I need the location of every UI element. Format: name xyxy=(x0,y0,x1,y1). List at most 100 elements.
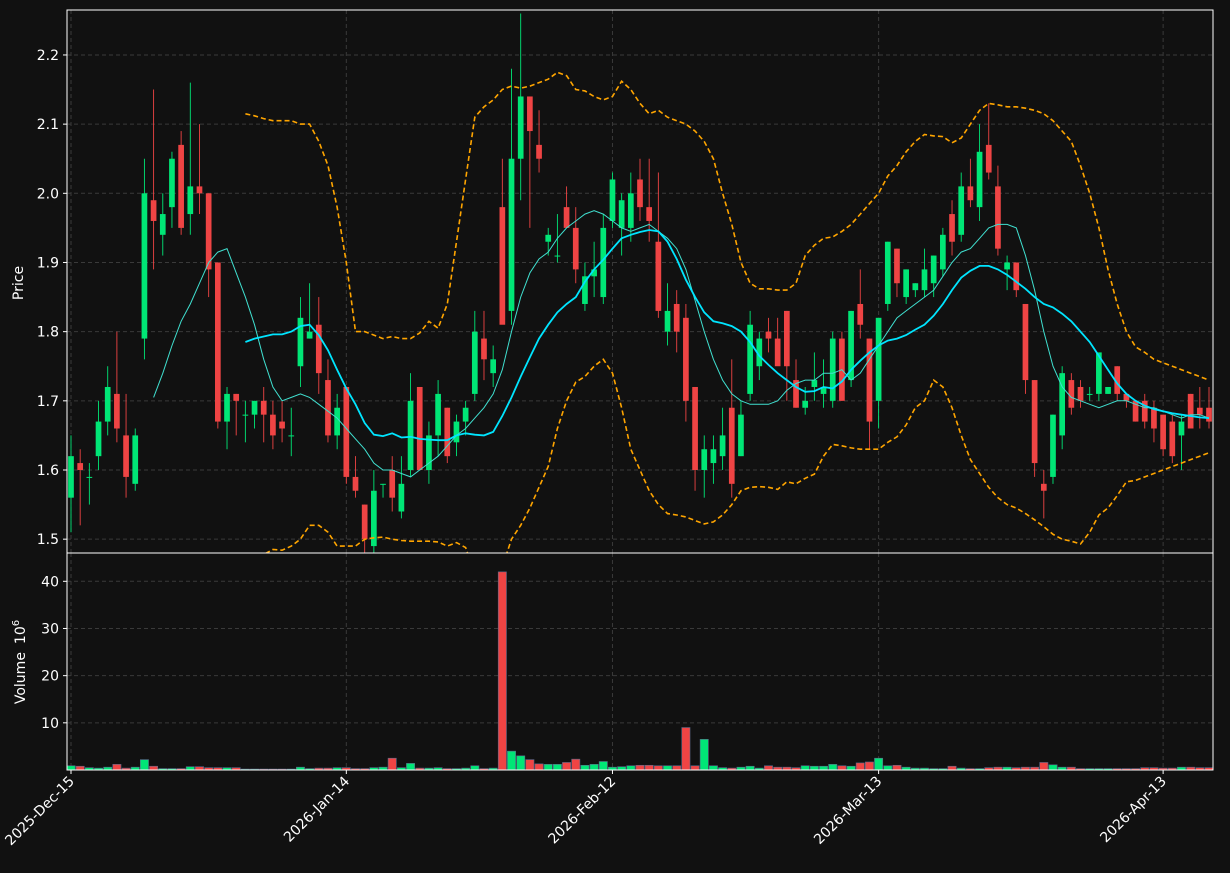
price-tick-label: 1.8 xyxy=(37,325,59,341)
candle-body xyxy=(1004,262,1010,270)
volume-bar xyxy=(644,764,654,771)
volume-bar xyxy=(66,765,76,771)
candle-body xyxy=(1013,262,1020,291)
candle-body xyxy=(527,96,533,132)
candle-body xyxy=(242,414,249,416)
price-tick-label: 2.2 xyxy=(37,48,59,64)
volume-bar xyxy=(552,764,562,771)
volume-bar xyxy=(470,765,480,771)
volume-bar xyxy=(525,759,535,771)
candle-body xyxy=(1206,407,1212,422)
volume-bar xyxy=(580,764,590,771)
candle-body xyxy=(453,421,460,443)
volume-bar xyxy=(635,764,645,771)
candle-body xyxy=(196,186,203,194)
candle-body xyxy=(1086,393,1093,395)
candle-body xyxy=(710,449,717,464)
candle-body xyxy=(765,331,772,339)
candle-body xyxy=(462,407,469,422)
candle-body xyxy=(912,283,919,291)
price-tick-label: 1.6 xyxy=(37,463,59,479)
price-tick-label: 1.9 xyxy=(37,255,59,271)
candle-body xyxy=(1022,303,1029,381)
candle-body xyxy=(407,400,414,470)
candle-body xyxy=(637,179,643,208)
candle-body xyxy=(270,414,276,436)
candle-body xyxy=(1151,407,1157,429)
volume-bar xyxy=(75,765,85,771)
candle-body xyxy=(1160,414,1166,450)
candle-body xyxy=(77,463,84,470)
volume-bar xyxy=(865,761,874,771)
candle-body xyxy=(471,331,478,394)
candle-body xyxy=(398,483,405,512)
candle-body xyxy=(334,407,340,436)
candle-body xyxy=(627,193,634,228)
candle-body xyxy=(123,435,129,477)
candle-body xyxy=(1031,380,1038,464)
candle-body xyxy=(444,407,451,457)
volume-bar xyxy=(139,759,149,771)
candle-body xyxy=(738,414,744,457)
candle-body xyxy=(701,449,708,470)
candle-body xyxy=(673,303,680,332)
candle-body xyxy=(967,186,974,201)
volume-bar xyxy=(626,765,636,771)
candle-body xyxy=(95,421,102,457)
price-tick-label: 1.5 xyxy=(37,532,59,548)
candle-body xyxy=(692,386,698,470)
volume-bar xyxy=(516,755,526,771)
candle-body xyxy=(683,317,689,401)
candle-body xyxy=(572,227,579,270)
candle-body xyxy=(545,234,552,242)
candle-body xyxy=(279,421,285,429)
volume-bar xyxy=(764,765,773,771)
volume-bar xyxy=(883,765,893,771)
volume-bar xyxy=(809,765,819,771)
candle-body xyxy=(104,386,111,422)
candle-body xyxy=(884,241,891,304)
candle-body xyxy=(949,214,955,242)
volume-tick-label: 30 xyxy=(41,621,59,637)
candle-body xyxy=(985,144,992,173)
candle-body xyxy=(205,193,212,270)
candle-body xyxy=(325,380,331,436)
candle-body xyxy=(1077,386,1084,401)
candle-body xyxy=(747,324,753,394)
candle-body xyxy=(655,241,662,311)
candle-body xyxy=(903,269,909,298)
candle-body xyxy=(783,310,790,367)
price-tick-label: 2.0 xyxy=(37,186,59,202)
candle-body xyxy=(1178,421,1185,436)
volume-bar xyxy=(562,762,572,771)
candle-body xyxy=(829,338,836,401)
volume-bar xyxy=(507,750,516,771)
candle-body xyxy=(995,186,1001,249)
volume-bar xyxy=(699,739,709,771)
volume-bar xyxy=(653,765,663,771)
volume-axis-label-text: Volume xyxy=(13,652,29,704)
volume-bar xyxy=(745,765,755,771)
volume-bar xyxy=(497,571,507,771)
candle-body xyxy=(224,393,230,422)
candle-body xyxy=(930,255,937,284)
candle-body xyxy=(1040,483,1047,491)
candle-body xyxy=(490,359,497,374)
volume-bar xyxy=(828,764,838,771)
candle-body xyxy=(1105,386,1111,394)
candle-body xyxy=(214,262,221,422)
candle-body xyxy=(260,400,267,415)
volume-tick-label: 10 xyxy=(41,716,59,732)
volume-bar xyxy=(681,727,691,771)
candle-body xyxy=(416,386,423,470)
volume-bar xyxy=(387,757,397,771)
volume-bar xyxy=(112,764,122,771)
candle-body xyxy=(508,158,515,311)
candle-body xyxy=(1169,421,1176,457)
candle-body xyxy=(481,338,487,360)
volume-bar xyxy=(1048,764,1058,771)
price-tick-label: 1.7 xyxy=(37,394,59,410)
candle-body xyxy=(1187,393,1194,429)
volume-bar xyxy=(690,765,700,771)
candle-body xyxy=(499,207,506,325)
